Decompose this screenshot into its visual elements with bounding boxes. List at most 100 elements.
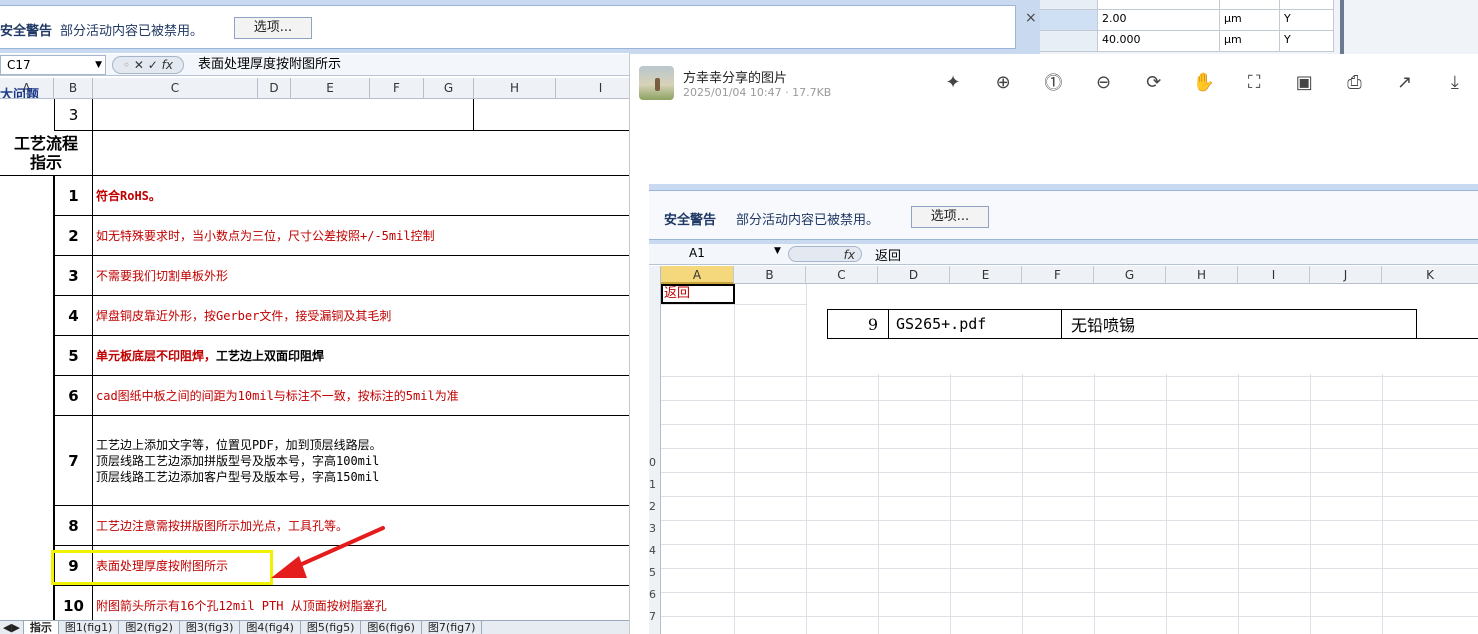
inner-column-b: B	[734, 266, 806, 284]
grid-line	[661, 616, 1478, 617]
sheet-tab-5[interactable]: 图4(fig4)	[240, 621, 301, 634]
strip-value-2[interactable]: 40.000	[1098, 31, 1220, 52]
cell-b-row3[interactable]: 3	[54, 99, 93, 131]
strip-cell[interactable]	[1040, 31, 1098, 52]
grid-line	[1382, 374, 1383, 634]
column-header-g[interactable]: G	[424, 78, 474, 99]
row-number-5[interactable]: 5	[54, 336, 93, 376]
column-header-h[interactable]: H	[474, 78, 556, 99]
shared-image[interactable]: 安全警告 部分活动内容已被禁用。 选项... A1 ▼ fx 返回 A B C …	[649, 184, 1478, 634]
yellow-highlight-box	[51, 550, 273, 585]
row-text-1[interactable]: 符合RoHS。	[93, 176, 629, 216]
grid-line	[661, 400, 1478, 401]
ocr-icon[interactable]: ▣	[1290, 68, 1318, 96]
name-box-value: C17	[7, 58, 31, 72]
row-text-6[interactable]: cad图纸中板之间的间距为10mil与标注不一致，按标注的5mil为准	[93, 376, 629, 416]
column-a-merged-cell[interactable]	[0, 176, 54, 620]
fx-icon[interactable]: fx	[162, 58, 173, 72]
row-number-3[interactable]: 3	[54, 256, 93, 296]
grid-line	[1094, 374, 1095, 634]
grid-line	[661, 304, 806, 305]
row-text-4[interactable]: 焊盘铜皮靠近外形，按Gerber文件，接受漏铜及其毛刺	[93, 296, 629, 336]
strip-unit-2[interactable]: μm	[1220, 31, 1280, 52]
inner-name-box: A1	[689, 246, 705, 260]
magic-wand-icon[interactable]: ✦	[939, 68, 967, 96]
sender-thumbnail[interactable]	[639, 66, 674, 100]
enter-icon[interactable]: ✓	[148, 58, 158, 72]
grid-line	[661, 424, 1478, 425]
crop-icon[interactable]: ⛶	[1240, 68, 1268, 96]
row-number-7[interactable]: 7	[54, 416, 93, 506]
row-number-1[interactable]: 1	[54, 176, 93, 216]
inner-column-e: E	[950, 266, 1022, 284]
column-header-c[interactable]: C	[93, 78, 258, 99]
security-bar-extension: ×	[629, 0, 1040, 54]
cell-c-row3[interactable]	[93, 99, 474, 131]
security-options-button[interactable]: 选项...	[234, 17, 312, 39]
inner-column-k: K	[1382, 266, 1478, 284]
sheet-scroll-icon[interactable]: ◀▶	[0, 621, 24, 634]
row-text-7[interactable]: 工艺边上添加文字等，位置见PDF，加到顶层线路层。 顶层线路工艺边添加拼版型号及…	[93, 416, 629, 506]
strip-divider	[1340, 0, 1344, 54]
column-header-f[interactable]: F	[370, 78, 424, 99]
sheet-tab-1[interactable]: 指示	[23, 621, 59, 634]
sheet-tab-6[interactable]: 图5(fig5)	[301, 621, 362, 634]
sheet-tab-7[interactable]: 图6(fig6)	[361, 621, 422, 634]
viewer-toolbar: ✦ ⊕ ⓵ ⊖ ⟳ ✋ ⛶ ▣ ⎙ ↗ ⤓	[939, 68, 1469, 98]
grid-line	[661, 592, 1478, 593]
security-close-icon[interactable]: ×	[1025, 10, 1037, 26]
actual-size-icon[interactable]: ⓵	[1039, 68, 1067, 96]
inner-column-j: J	[1310, 266, 1382, 284]
inner-fx-icon: fx	[843, 248, 855, 262]
inner-row-desc: 无铅喷锡	[1061, 309, 1417, 339]
cell-a-fragment: 大问题	[0, 88, 40, 98]
formula-tools: ◦ ✕ ✓ fx	[112, 56, 184, 74]
inner-column-f: F	[1022, 266, 1094, 284]
row-text-5[interactable]: 单元板底层不印阻焊， 工艺边上双面印阻焊	[93, 336, 629, 376]
grid-line	[1022, 374, 1023, 634]
inner-row-file: GS265+.pdf	[888, 309, 1062, 339]
section-label-cell[interactable]: 工艺流程 指示	[0, 131, 93, 176]
column-header-b[interactable]: B	[54, 78, 93, 99]
sheet-tab-2[interactable]: 图1(fig1)	[59, 621, 120, 634]
inner-security-bar: 安全警告 部分活动内容已被禁用。 选项...	[649, 190, 1478, 240]
grid-line	[806, 284, 807, 634]
download-icon[interactable]: ⤓	[1441, 68, 1469, 96]
sheet-tab-8[interactable]: 图7(fig7)	[422, 621, 483, 634]
print-icon[interactable]: ⎙	[1341, 68, 1369, 96]
row-number-4[interactable]: 4	[54, 296, 93, 336]
zoom-out-icon[interactable]: ⊖	[1090, 68, 1118, 96]
strip-flag-2[interactable]: Y	[1280, 31, 1334, 52]
cancel-icon[interactable]: ✕	[134, 58, 144, 72]
inner-formula-bar: A1 ▼ fx 返回	[649, 244, 1478, 265]
rotate-icon[interactable]: ⟳	[1140, 68, 1168, 96]
name-box-dropdown-icon[interactable]: ▼	[95, 56, 102, 74]
formula-expand-icon[interactable]: ◦	[123, 58, 130, 72]
inner-row-digit: 2	[649, 500, 656, 513]
name-box[interactable]: C17 ▼	[0, 55, 106, 75]
row-text-3[interactable]: 不需要我们切割单板外形	[93, 256, 629, 296]
security-message: 部分活动内容已被禁用。	[60, 24, 204, 39]
share-icon[interactable]: ↗	[1391, 68, 1419, 96]
column-header-i[interactable]: I	[556, 78, 629, 99]
strip-value-1[interactable]: 2.00	[1098, 10, 1220, 31]
cell-h-row3[interactable]	[474, 99, 629, 131]
row-text-2[interactable]: 如无特殊要求时，当小数点为三位，尺寸公差按照+/-5mil控制	[93, 216, 629, 256]
inner-row-digit: 1	[649, 478, 656, 491]
row-number-6[interactable]: 6	[54, 376, 93, 416]
strip-cell-selected[interactable]	[1040, 10, 1098, 31]
strip-flag-1[interactable]: Y	[1280, 10, 1334, 31]
row-number-8[interactable]: 8	[54, 506, 93, 546]
hand-icon[interactable]: ✋	[1190, 68, 1218, 96]
viewer-meta: 2025/01/04 10:47 · 17.7KB	[683, 86, 832, 99]
row-number-2[interactable]: 2	[54, 216, 93, 256]
section-blank-cell[interactable]	[93, 131, 629, 176]
column-header-e[interactable]: E	[291, 78, 370, 99]
sheet-tab-4[interactable]: 图3(fig3)	[180, 621, 241, 634]
column-header-d[interactable]: D	[258, 78, 291, 99]
inner-cell-a1: 返回	[661, 284, 735, 304]
zoom-in-icon[interactable]: ⊕	[989, 68, 1017, 96]
sheet-tab-3[interactable]: 图2(fig2)	[119, 621, 180, 634]
strip-unit-1[interactable]: μm	[1220, 10, 1280, 31]
formula-input[interactable]: 表面处理厚度按附图所示	[198, 54, 341, 76]
